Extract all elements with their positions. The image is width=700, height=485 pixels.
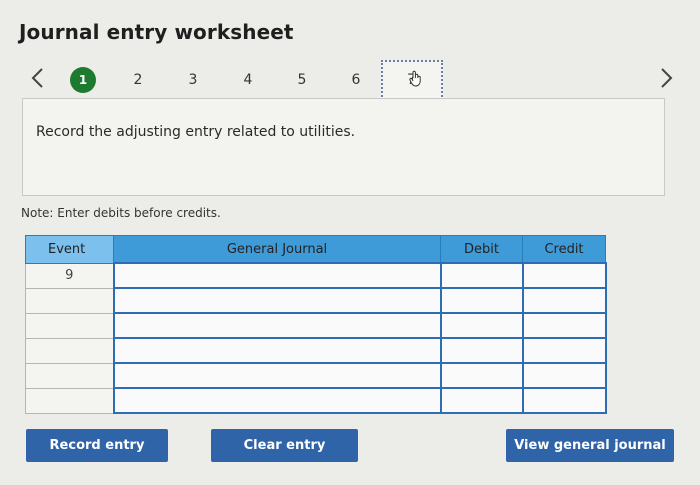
general-journal-input[interactable] (112, 387, 442, 414)
credit-input[interactable] (521, 362, 607, 389)
credit-input[interactable] (521, 337, 607, 364)
credit-input[interactable] (521, 387, 607, 414)
general-journal-header: General Journal (113, 235, 441, 264)
general-journal-input[interactable] (112, 262, 442, 289)
step-2[interactable]: 2 (125, 67, 151, 93)
event-cell (25, 287, 114, 314)
table-row (25, 287, 607, 314)
view-general-journal-button[interactable]: View general journal (506, 429, 674, 462)
table-row (25, 362, 607, 389)
journal-table: Event General Journal Debit Credit 9 (25, 235, 607, 414)
next-arrow-icon[interactable] (656, 65, 678, 91)
note-text: Note: Enter debits before credits. (21, 206, 221, 220)
event-cell: 9 (25, 262, 114, 289)
general-journal-input[interactable] (112, 312, 442, 339)
step-3[interactable]: 3 (180, 67, 206, 93)
event-cell (25, 362, 114, 389)
table-row (25, 387, 607, 414)
debit-input[interactable] (439, 262, 524, 289)
step-5[interactable]: 5 (289, 67, 315, 93)
prompt-panel: Record the adjusting entry related to ut… (22, 98, 665, 196)
credit-header: Credit (522, 235, 606, 264)
debit-input[interactable] (439, 287, 524, 314)
debit-input[interactable] (439, 312, 524, 339)
prompt-text: Record the adjusting entry related to ut… (36, 124, 356, 140)
step-1[interactable]: 1 (70, 67, 96, 93)
page-title: Journal entry worksheet (19, 20, 294, 44)
step-navigation: 1 2 3 4 5 6 7 (0, 60, 700, 100)
credit-input[interactable] (521, 262, 607, 289)
table-header-row: Event General Journal Debit Credit (25, 235, 606, 264)
general-journal-input[interactable] (112, 362, 442, 389)
event-cell (25, 312, 114, 339)
record-entry-button[interactable]: Record entry (26, 429, 168, 462)
table-row (25, 312, 607, 339)
step-7[interactable]: 7 (381, 60, 443, 100)
credit-input[interactable] (521, 287, 607, 314)
event-header: Event (25, 235, 114, 264)
general-journal-input[interactable] (112, 287, 442, 314)
table-row (25, 337, 607, 364)
debit-input[interactable] (439, 387, 524, 414)
debit-input[interactable] (439, 337, 524, 364)
debit-input[interactable] (439, 362, 524, 389)
event-cell (25, 337, 114, 364)
step-4[interactable]: 4 (235, 67, 261, 93)
event-cell (25, 387, 114, 414)
debit-header: Debit (440, 235, 523, 264)
pointer-hand-icon (409, 70, 421, 87)
table-row: 9 (25, 262, 607, 289)
previous-arrow-icon[interactable] (27, 65, 49, 91)
general-journal-input[interactable] (112, 337, 442, 364)
step-6[interactable]: 6 (343, 67, 369, 93)
clear-entry-button[interactable]: Clear entry (211, 429, 358, 462)
credit-input[interactable] (521, 312, 607, 339)
